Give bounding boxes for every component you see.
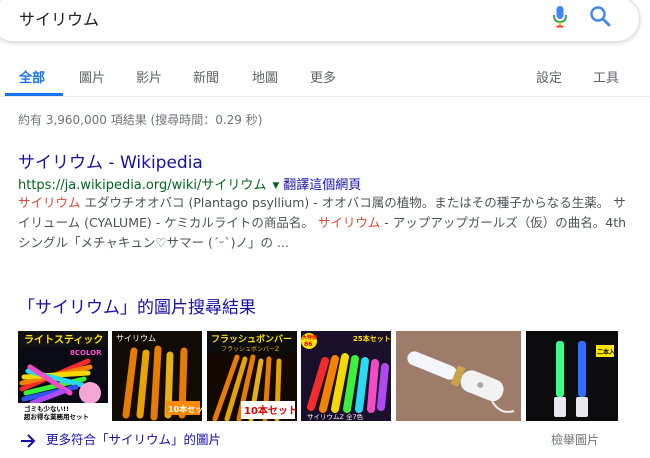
- thumb4-num: 86: [304, 341, 312, 348]
- thumb6-tag: 二本入: [597, 348, 615, 356]
- snippet-highlight: サイリウム: [317, 215, 381, 230]
- tab-news[interactable]: 新聞: [193, 67, 219, 86]
- more-images-link[interactable]: 更多符合「サイリウム」的圖片: [20, 429, 221, 451]
- tab-settings[interactable]: 設定: [536, 67, 562, 86]
- thumb1-sub: 8COLOR: [70, 349, 102, 357]
- thumb4-big: 大特価: [302, 334, 317, 341]
- thumb2-title: サイリウム: [116, 334, 156, 343]
- arrow-right-icon: [20, 434, 36, 451]
- tab-more[interactable]: 更多: [310, 67, 336, 86]
- caret-down-icon[interactable]: ▼: [272, 181, 279, 191]
- tab-images[interactable]: 圖片: [79, 67, 105, 86]
- report-images-link[interactable]: 檢舉圖片: [551, 431, 599, 448]
- search-tabs: 全部 圖片 影片 新聞 地圖 更多 設定 工具: [0, 62, 650, 97]
- result-title-link[interactable]: サイリウム - Wikipedia: [18, 148, 203, 173]
- image-thumbnail-1[interactable]: ライトスティック 8COLOR ゴミも少ない!! 超お得な業務用セット: [18, 331, 108, 421]
- result-url: https://ja.wikipedia.org/wiki/サイリウム: [18, 178, 267, 193]
- tab-videos[interactable]: 影片: [136, 67, 162, 86]
- microphone-icon[interactable]: [552, 4, 568, 30]
- thumb1-title: ライトスティック: [24, 334, 103, 346]
- image-thumbnail-3[interactable]: フラッシュボンバー フラッシュボンバーZ 10本セット: [207, 331, 297, 421]
- thumb3-title: フラッシュボンバー: [211, 333, 292, 345]
- active-tab-indicator: [5, 93, 63, 96]
- thumb1-note2: 超お得な業務用セット: [23, 412, 89, 421]
- thumb4-set: 25本セット: [353, 334, 391, 343]
- result-stats: 約有 3,960,000 項結果 (搜尋時間：0.29 秒): [18, 113, 263, 127]
- image-results-heading[interactable]: 「サイリウム」的圖片搜尋結果: [18, 293, 256, 318]
- thumb4-label: サイリウムZ 全7色: [307, 412, 364, 421]
- thumb2-badge: 10本セット: [168, 404, 202, 414]
- tab-maps[interactable]: 地圖: [252, 67, 278, 86]
- search-bar[interactable]: サイリウム: [0, 0, 640, 42]
- tab-tools[interactable]: 工具: [593, 67, 619, 86]
- image-thumbnail-4[interactable]: 大特価 86 25本セット サイリウムZ 全7色: [301, 331, 391, 421]
- thumb1-note1: ゴミも少ない!!: [24, 404, 69, 413]
- snippet-highlight: サイリウム: [18, 195, 81, 210]
- tab-all[interactable]: 全部: [19, 67, 45, 86]
- result-snippet: サイリウム エダウチオオバコ (Plantago psyllium) - オオバ…: [18, 193, 628, 253]
- image-thumbnail-2[interactable]: サイリウム 10本セット: [112, 331, 202, 421]
- translate-link[interactable]: 翻譯這個網頁: [283, 178, 361, 193]
- more-images-label: 更多符合「サイリウム」的圖片: [46, 432, 222, 447]
- search-icon[interactable]: [589, 5, 611, 27]
- thumb3-badge: 10本セット: [244, 404, 297, 417]
- thumb3-sub: フラッシュボンバーZ: [221, 345, 279, 353]
- image-thumbnail-5[interactable]: [396, 331, 521, 421]
- image-thumbnail-6[interactable]: 二本入: [526, 331, 618, 421]
- search-query[interactable]: サイリウム: [19, 6, 99, 30]
- result-url-row: https://ja.wikipedia.org/wiki/サイリウム ▼ 翻譯這個…: [18, 174, 361, 193]
